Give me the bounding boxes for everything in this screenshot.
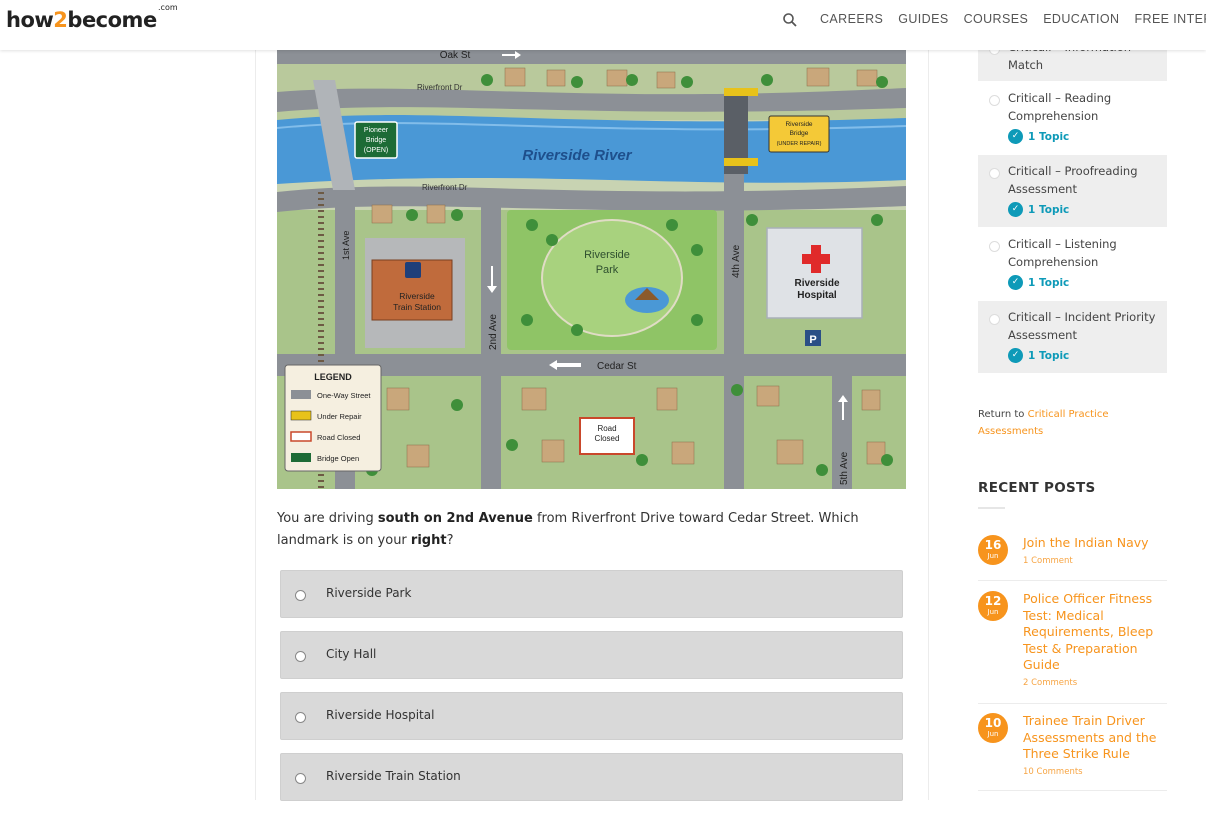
- lesson-title[interactable]: Criticall – Reading Comprehension: [978, 82, 1167, 125]
- divider: [978, 507, 1005, 509]
- svg-text:Bridge: Bridge: [366, 137, 386, 144]
- topic-count[interactable]: ✓ 1 Topic: [978, 271, 1167, 300]
- nav-guides[interactable]: GUIDES: [898, 12, 948, 26]
- lesson-status-icon: [989, 95, 1000, 106]
- svg-text:P: P: [809, 334, 816, 346]
- content-right-border: [928, 50, 929, 800]
- svg-text:LEGEND: LEGEND: [314, 372, 352, 382]
- lesson-title[interactable]: Criticall – Listening Comprehension: [978, 228, 1167, 271]
- radio-button[interactable]: [295, 773, 306, 784]
- radio-button[interactable]: [295, 651, 306, 662]
- chevron-down-icon: ✓: [1008, 129, 1023, 144]
- svg-text:Riverside: Riverside: [399, 291, 435, 301]
- lesson-item[interactable]: Criticall – Incident Priority Assessment…: [978, 301, 1167, 374]
- post-title-link[interactable]: Trainee Train Driver Assessments and the…: [1023, 713, 1158, 763]
- main-nav: CAREERS GUIDES COURSES EDUCATION FREE IN…: [820, 12, 1206, 26]
- answer-option[interactable]: Riverside Park: [280, 570, 903, 618]
- recent-posts-title: RECENT POSTS: [978, 480, 1096, 496]
- lesson-list: Criticall – Information Match Criticall …: [978, 31, 1167, 374]
- nav-courses[interactable]: COURSES: [964, 12, 1029, 26]
- lesson-item[interactable]: Criticall – Listening Comprehension ✓ 1 T…: [978, 228, 1167, 301]
- question-map-image: Pioneer Bridge (OPEN) Riverside Bridge (…: [277, 50, 906, 489]
- lesson-title[interactable]: Criticall – Incident Priority Assessment: [978, 301, 1167, 344]
- chevron-down-icon: ✓: [1008, 202, 1023, 217]
- content-left-border: [255, 50, 256, 800]
- answer-option[interactable]: City Hall: [280, 631, 903, 679]
- post-comments-link[interactable]: 10 Comments: [1023, 767, 1083, 777]
- chevron-down-icon: ✓: [1008, 275, 1023, 290]
- svg-text:Riverside River: Riverside River: [522, 147, 632, 164]
- post-date-badge: 12 Jun: [978, 591, 1008, 621]
- site-header: how2become .com CAREERS GUIDES COURSES E…: [0, 0, 1206, 50]
- post-title-link[interactable]: Join the Indian Navy: [1023, 535, 1158, 552]
- svg-text:Under Repair: Under Repair: [317, 412, 362, 421]
- svg-text:(UNDER REPAIR): (UNDER REPAIR): [777, 141, 822, 147]
- answer-label: Riverside Train Station: [326, 769, 461, 783]
- post-comments-link[interactable]: 1 Comment: [1023, 556, 1073, 566]
- svg-text:Park: Park: [596, 264, 619, 276]
- lesson-status-icon: [989, 241, 1000, 252]
- svg-text:Bridge Open: Bridge Open: [317, 454, 359, 463]
- svg-text:Oak St: Oak St: [440, 50, 471, 61]
- answer-list: Riverside Park City Hall Riverside Hospi…: [277, 570, 906, 814]
- svg-text:Riverfront Dr: Riverfront Dr: [422, 183, 468, 192]
- svg-text:1st Ave: 1st Ave: [341, 231, 351, 260]
- svg-text:Road Closed: Road Closed: [317, 433, 360, 442]
- svg-text:Bridge: Bridge: [790, 130, 809, 137]
- answer-option[interactable]: Riverside Train Station: [280, 753, 903, 801]
- svg-text:Train Station: Train Station: [393, 302, 441, 312]
- svg-text:5th Ave: 5th Ave: [839, 451, 850, 485]
- svg-text:Hospital: Hospital: [797, 290, 837, 301]
- answer-label: Riverside Park: [326, 586, 412, 600]
- divider: [978, 580, 1167, 581]
- topic-count[interactable]: ✓ 1 Topic: [978, 344, 1167, 373]
- svg-text:Riverfront Dr: Riverfront Dr: [417, 83, 463, 92]
- svg-text:Cedar St: Cedar St: [597, 361, 637, 372]
- lesson-item[interactable]: Criticall – Proofreading Assessment ✓ 1 T…: [978, 155, 1167, 228]
- post-date-badge: 16 Jun: [978, 535, 1008, 565]
- return-link-text: Return to Criticall Practice Assessments: [978, 409, 1109, 437]
- divider: [978, 790, 1167, 791]
- lesson-status-icon: [989, 314, 1000, 325]
- chevron-down-icon: ✓: [1008, 348, 1023, 363]
- post-comments-link[interactable]: 2 Comments: [1023, 678, 1077, 688]
- answer-label: Riverside Hospital: [326, 708, 435, 722]
- radio-button[interactable]: [295, 590, 306, 601]
- svg-text:2nd Ave: 2nd Ave: [488, 314, 499, 350]
- svg-text:(OPEN): (OPEN): [364, 147, 389, 154]
- lesson-title[interactable]: Criticall – Proofreading Assessment: [978, 155, 1167, 198]
- post-date-badge: 10 Jun: [978, 713, 1008, 743]
- svg-text:4th Ave: 4th Ave: [731, 244, 742, 278]
- lesson-status-icon: [989, 168, 1000, 179]
- answer-option[interactable]: Riverside Hospital: [280, 692, 903, 740]
- svg-text:Pioneer: Pioneer: [364, 127, 389, 134]
- site-logo[interactable]: how2become .com: [6, 3, 178, 32]
- divider: [978, 703, 1167, 704]
- svg-text:Riverside: Riverside: [584, 249, 630, 261]
- nav-careers[interactable]: CAREERS: [820, 12, 883, 26]
- radio-button[interactable]: [295, 712, 306, 723]
- question-text: You are driving south on 2nd Avenue from…: [277, 511, 859, 548]
- search-icon[interactable]: [782, 12, 798, 28]
- svg-text:Road: Road: [597, 424, 616, 433]
- nav-free-interview[interactable]: FREE INTERVIEW: [1134, 12, 1206, 26]
- lesson-item[interactable]: Criticall – Reading Comprehension ✓ 1 Top…: [978, 82, 1167, 155]
- svg-text:Closed: Closed: [595, 434, 620, 443]
- svg-text:Riverside: Riverside: [785, 121, 812, 128]
- city-map: Pioneer Bridge (OPEN) Riverside Bridge (…: [277, 50, 906, 489]
- post-title-link[interactable]: Police Officer Fitness Test: Medical Req…: [1023, 591, 1158, 674]
- answer-label: City Hall: [326, 647, 377, 661]
- topic-count[interactable]: ✓ 1 Topic: [978, 198, 1167, 227]
- svg-text:One-Way Street: One-Way Street: [317, 391, 371, 400]
- nav-education[interactable]: EDUCATION: [1043, 12, 1119, 26]
- svg-text:Riverside: Riverside: [794, 278, 839, 289]
- topic-count[interactable]: ✓ 1 Topic: [978, 125, 1167, 154]
